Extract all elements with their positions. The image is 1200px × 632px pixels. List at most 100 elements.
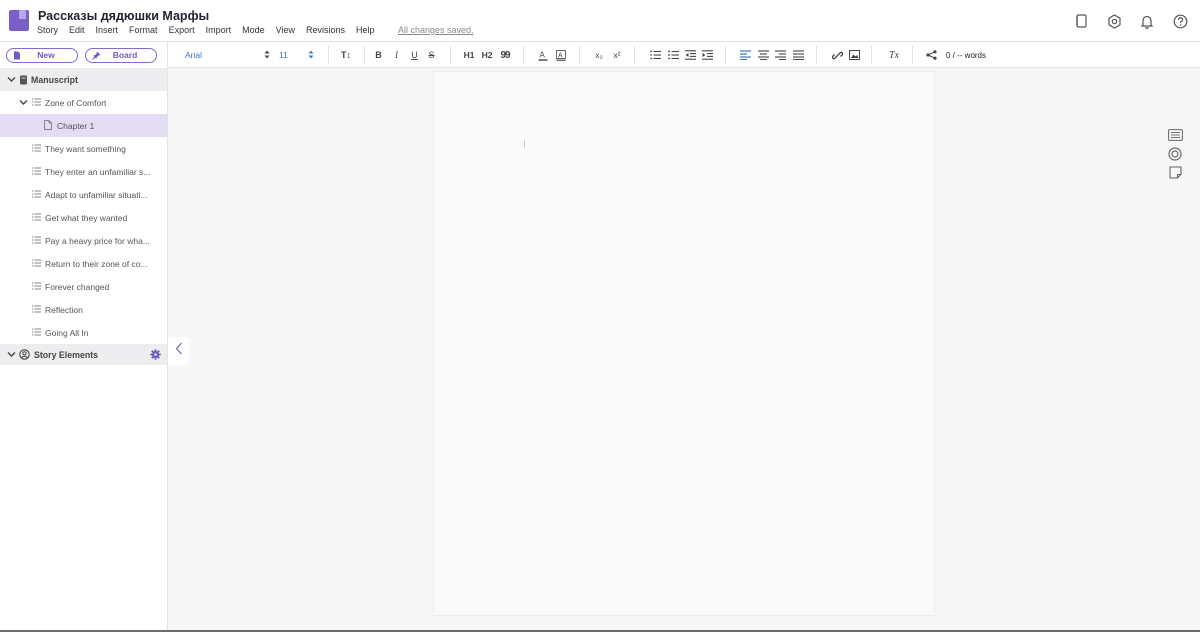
outline-icon bbox=[32, 98, 41, 108]
outline-icon bbox=[32, 236, 41, 246]
superscript-button[interactable]: x² bbox=[610, 42, 624, 68]
menu-item-mode[interactable]: Mode bbox=[242, 25, 265, 35]
menu-item-view[interactable]: View bbox=[276, 25, 295, 35]
underline-button[interactable]: U bbox=[408, 42, 421, 68]
ordered-list-icon[interactable] bbox=[648, 42, 662, 68]
menu-item-help[interactable]: Help bbox=[356, 25, 375, 35]
manuscript-tree: Zone of Comfort Chapter 1 They want someth… bbox=[0, 91, 167, 344]
align-justify-icon[interactable] bbox=[791, 42, 805, 68]
updown-icon bbox=[264, 50, 270, 61]
menu-item-import[interactable]: Import bbox=[206, 25, 232, 35]
menu-item-format[interactable]: Format bbox=[129, 25, 158, 35]
tree-item-outline[interactable]: Reflection bbox=[0, 298, 167, 321]
tree-item-outline[interactable]: Forever changed bbox=[0, 275, 167, 298]
collapse-sidebar-button[interactable] bbox=[168, 337, 189, 365]
align-center-icon[interactable] bbox=[756, 42, 770, 68]
text-color-icon[interactable]: A bbox=[536, 42, 550, 68]
outline-icon bbox=[32, 282, 41, 292]
toolbar-divider bbox=[450, 46, 451, 64]
formatting-toolbar: Arial 11 T↕ B I U S H1 H2 99 A A x₂ x² T… bbox=[168, 42, 1200, 68]
chevron-down-icon[interactable] bbox=[19, 98, 28, 109]
app-logo[interactable] bbox=[9, 10, 29, 31]
outline-icon bbox=[32, 213, 41, 223]
image-icon[interactable] bbox=[847, 42, 861, 68]
book-icon bbox=[19, 75, 28, 87]
pin-icon bbox=[92, 51, 101, 62]
tree-item-label: Reflection bbox=[45, 304, 83, 315]
outline-icon bbox=[32, 305, 41, 315]
tree-item-label: Forever changed bbox=[45, 281, 110, 292]
new-button[interactable]: New bbox=[6, 47, 78, 63]
tree-item-outline[interactable]: Zone of Comfort bbox=[0, 91, 167, 114]
link-icon[interactable] bbox=[830, 42, 844, 68]
outline-icon bbox=[32, 328, 41, 338]
board-button[interactable]: Board bbox=[85, 47, 157, 63]
tree-item-outline[interactable]: Going All In bbox=[0, 321, 167, 344]
manuscript-label: Manuscript bbox=[31, 75, 78, 85]
indent-icon[interactable] bbox=[700, 42, 714, 68]
outline-panel-icon[interactable] bbox=[1167, 128, 1183, 141]
menu-item-export[interactable]: Export bbox=[169, 25, 195, 35]
menu-item-insert[interactable]: Insert bbox=[96, 25, 119, 35]
tree-item-outline[interactable]: Adapt to unfamiliar situati... bbox=[0, 183, 167, 206]
bell-icon[interactable] bbox=[1139, 13, 1155, 29]
menu-item-edit[interactable]: Edit bbox=[69, 25, 85, 35]
tree-item-outline[interactable]: They want something bbox=[0, 137, 167, 160]
target-icon[interactable] bbox=[1167, 146, 1183, 161]
tree-item-outline[interactable]: They enter an unfamiliar s... bbox=[0, 160, 167, 183]
chevron-down-icon[interactable] bbox=[7, 75, 16, 86]
updown-icon bbox=[308, 50, 314, 61]
sticky-note-icon[interactable] bbox=[1167, 166, 1183, 179]
tree-item-label: Pay a heavy price for wha... bbox=[45, 235, 150, 246]
gear-icon[interactable] bbox=[150, 349, 161, 362]
toolbar-divider bbox=[579, 46, 580, 64]
tree-item-outline[interactable]: Get what they wanted bbox=[0, 206, 167, 229]
settings-icon[interactable] bbox=[1106, 13, 1122, 29]
story-elements-header[interactable]: Story Elements bbox=[0, 344, 167, 365]
chevron-down-icon[interactable] bbox=[7, 350, 16, 361]
highlight-color-icon[interactable]: A bbox=[554, 42, 568, 68]
editor-page[interactable] bbox=[433, 71, 935, 616]
align-right-icon[interactable] bbox=[773, 42, 787, 68]
manuscript-section-header[interactable]: Manuscript bbox=[0, 69, 167, 91]
tree-item-label: Going All In bbox=[45, 327, 89, 338]
tree-item-outline[interactable]: Return to their zone of co... bbox=[0, 252, 167, 275]
outdent-icon[interactable] bbox=[683, 42, 697, 68]
bullet-list-icon[interactable] bbox=[666, 42, 680, 68]
story-title[interactable]: Рассказы дядюшки Марфы bbox=[38, 9, 209, 23]
heading2-button[interactable]: H2 bbox=[480, 42, 494, 68]
menu-bar: Story Edit Insert Format Export Import Mode Vie… bbox=[37, 25, 386, 35]
heading1-button[interactable]: H1 bbox=[462, 42, 476, 68]
document-icon bbox=[44, 120, 52, 132]
chevron-left-icon bbox=[175, 342, 183, 360]
italic-button[interactable]: I bbox=[390, 42, 403, 68]
toolbar-divider bbox=[364, 46, 365, 64]
help-icon[interactable] bbox=[1172, 13, 1188, 29]
subscript-button[interactable]: x₂ bbox=[592, 42, 606, 68]
toolbar-divider bbox=[523, 46, 524, 64]
align-left-icon[interactable] bbox=[738, 42, 752, 68]
menu-item-story[interactable]: Story bbox=[37, 25, 58, 35]
toolbar-divider bbox=[725, 46, 726, 64]
tree-item-label: Chapter 1 bbox=[57, 120, 95, 131]
font-family-select[interactable]: Arial bbox=[185, 42, 270, 68]
svg-text:A: A bbox=[558, 52, 563, 59]
text-size-icon[interactable]: T↕ bbox=[338, 42, 354, 68]
tree-item-label: Adapt to unfamiliar situati... bbox=[45, 189, 148, 200]
bold-button[interactable]: B bbox=[372, 42, 385, 68]
save-status[interactable]: All changes saved. bbox=[398, 25, 474, 35]
font-size-select[interactable]: 11 bbox=[279, 42, 314, 68]
share-icon[interactable] bbox=[924, 42, 938, 68]
toolbar-divider bbox=[328, 46, 329, 64]
clear-formatting-button[interactable]: Tx bbox=[886, 42, 902, 68]
word-count: 0 / -- words bbox=[946, 50, 987, 60]
toolbar-divider bbox=[634, 46, 635, 64]
menu-item-revisions[interactable]: Revisions bbox=[306, 25, 345, 35]
blockquote-button[interactable]: 99 bbox=[498, 42, 512, 68]
tree-item-chapter[interactable]: Chapter 1 bbox=[0, 114, 167, 137]
sidebar-actions: New Board bbox=[0, 42, 167, 69]
notebook-icon[interactable] bbox=[1073, 13, 1089, 29]
strikethrough-button[interactable]: S bbox=[425, 42, 438, 68]
font-family-value: Arial bbox=[185, 50, 203, 60]
tree-item-outline[interactable]: Pay a heavy price for wha... bbox=[0, 229, 167, 252]
